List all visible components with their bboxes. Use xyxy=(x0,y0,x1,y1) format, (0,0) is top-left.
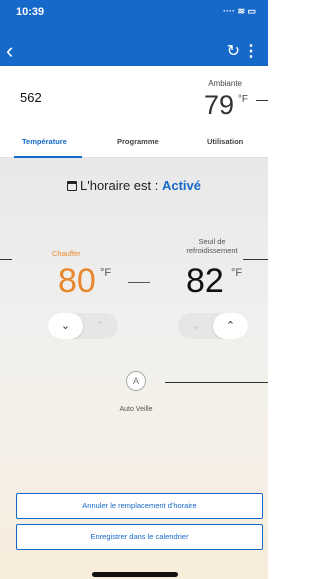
home-indicator xyxy=(92,572,178,577)
heat-callout-line xyxy=(0,259,12,260)
device-name: 562 xyxy=(20,90,42,105)
heat-setpoint-label: Chauffer xyxy=(52,249,81,258)
auto-callout-line xyxy=(165,382,268,383)
ambient-unit: °F xyxy=(237,94,248,105)
more-options-icon[interactable]: ⋮ xyxy=(243,40,259,64)
ambient-callout-line xyxy=(256,100,268,101)
tab-temperature[interactable]: Température xyxy=(22,137,67,146)
device-header: 562 Ambiante 79 °F xyxy=(0,66,268,128)
schedule-prefix: L'horaire est : xyxy=(80,178,162,193)
status-time: 10:39 xyxy=(16,6,45,18)
cool-setpoint-label: Seuil de refroidissement xyxy=(186,237,238,255)
heat-down-button[interactable]: ⌄ xyxy=(48,313,83,339)
ambient-temperature: 79 xyxy=(203,90,234,120)
cool-setpoint-unit: °F xyxy=(231,267,243,279)
status-bar: 10:39 ···· ≋ ▭ xyxy=(0,0,268,40)
auto-mode-icon[interactable]: A xyxy=(126,371,146,391)
cool-up-button[interactable]: ⌃ xyxy=(213,313,248,339)
save-to-calendar-button[interactable]: Enregistrer dans le calendrier xyxy=(16,524,263,550)
heat-setpoint-unit: °F xyxy=(100,267,112,279)
heat-up-button[interactable]: ⌃ xyxy=(83,313,118,339)
temperature-panel: L'horaire est : Activé Chauffer 80 °F Se… xyxy=(0,158,268,579)
cool-setpoint-value: 82 xyxy=(186,262,224,300)
cool-callout-line xyxy=(243,259,268,260)
app-header: ‹ ↻ ⋮ xyxy=(0,38,268,66)
tab-programme[interactable]: Programme xyxy=(117,137,159,146)
heat-setpoint-value: 80 xyxy=(58,262,96,300)
ambient-label: Ambiante xyxy=(208,79,242,88)
cancel-override-button[interactable]: Annuler le remplacement d'horaire xyxy=(16,493,263,519)
tab-bar: Température Programme Utilisation xyxy=(0,128,268,158)
cool-stepper: ⌄ ⌃ xyxy=(178,313,248,339)
schedule-value[interactable]: Activé xyxy=(162,178,201,193)
tab-utilisation[interactable]: Utilisation xyxy=(207,137,243,146)
refresh-icon[interactable]: ↻ xyxy=(227,40,240,64)
schedule-status: L'horaire est : Activé xyxy=(0,178,268,193)
status-indicators-icon: ···· ≋ ▭ xyxy=(222,6,256,16)
calendar-icon xyxy=(67,181,77,191)
back-icon[interactable]: ‹ xyxy=(6,38,13,64)
heat-stepper: ⌄ ⌃ xyxy=(48,313,118,339)
cool-down-button[interactable]: ⌄ xyxy=(178,313,213,339)
setpoint-separator xyxy=(128,282,150,283)
mode-label: Auto Veille xyxy=(119,406,153,413)
